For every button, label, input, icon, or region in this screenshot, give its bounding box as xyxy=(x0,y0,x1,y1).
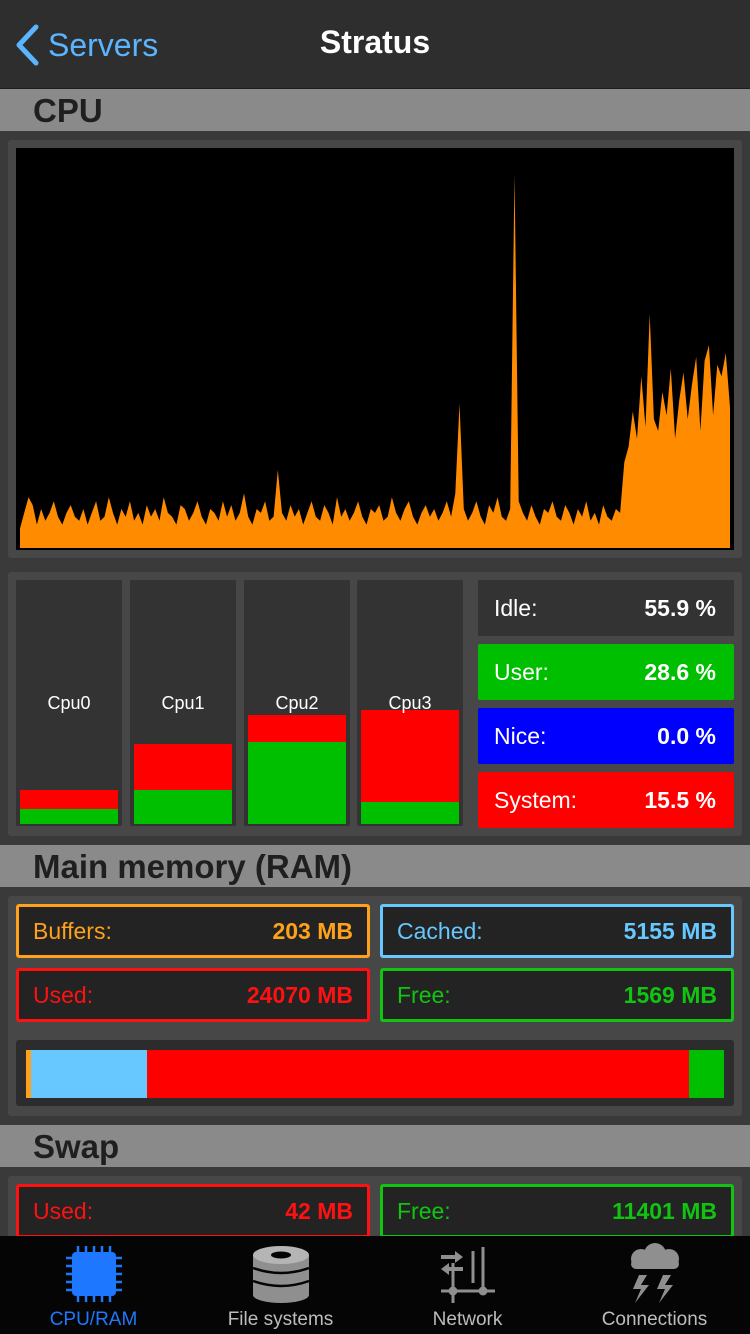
core-system-bar xyxy=(20,790,118,809)
tab-file-systems[interactable]: File systems xyxy=(187,1236,374,1334)
tab-label: CPU/RAM xyxy=(49,1309,138,1330)
page-title: Stratus xyxy=(319,24,431,60)
core-user-bar xyxy=(20,809,118,824)
mem-value: 1569 MB xyxy=(623,981,717,1008)
swap-used-box: Used: 42 MB xyxy=(16,1184,370,1238)
stat-value: 0.0 % xyxy=(657,722,716,749)
core-column-cpu3: Cpu3 xyxy=(357,580,463,826)
mem-label: Cached: xyxy=(397,917,483,944)
tab-label: File systems xyxy=(227,1309,334,1330)
stat-label: Idle: xyxy=(494,594,538,621)
core-label: Cpu2 xyxy=(275,693,319,713)
ram-bar-segment-used xyxy=(146,1050,689,1098)
cpu-user-stat: User: 28.6 % xyxy=(478,644,734,700)
stat-value: 28.6 % xyxy=(644,658,716,685)
swap-section-header: Swap xyxy=(0,1125,750,1167)
storm-cloud-icon xyxy=(630,1243,679,1303)
cpu-chip-icon xyxy=(65,1246,122,1302)
tab-cpu-ram[interactable]: CPU/RAM xyxy=(0,1236,187,1334)
cpu-nice-stat: Nice: 0.0 % xyxy=(478,708,734,764)
ram-bar-segment-free xyxy=(688,1050,724,1098)
stat-label: Nice: xyxy=(494,722,547,749)
core-system-bar xyxy=(361,710,459,802)
core-user-bar xyxy=(361,802,459,824)
mem-label: Free: xyxy=(397,981,451,1008)
database-icon xyxy=(252,1246,309,1303)
ram-buffers-box: Buffers: 203 MB xyxy=(16,904,370,958)
ram-usage-bar-fill xyxy=(26,1050,724,1098)
core-column-cpu1: Cpu1 xyxy=(130,580,236,826)
mem-label: Free: xyxy=(397,1197,451,1224)
cpu-usage-area xyxy=(20,173,730,548)
cpu-section-header: CPU xyxy=(0,89,750,131)
mem-value: 42 MB xyxy=(285,1197,353,1224)
mem-value: 24070 MB xyxy=(246,981,353,1008)
core-system-bar xyxy=(134,744,232,790)
core-label: Cpu0 xyxy=(47,693,91,713)
cpu-history-svg xyxy=(20,173,730,548)
ram-section-header: Main memory (RAM) xyxy=(0,845,750,887)
core-column-cpu2: Cpu2 xyxy=(244,580,350,826)
network-icon xyxy=(440,1247,495,1303)
tab-label: Connections xyxy=(601,1309,708,1330)
core-system-bar xyxy=(248,715,346,742)
core-label: Cpu3 xyxy=(388,693,432,713)
core-column-cpu0: Cpu0 xyxy=(16,580,122,826)
tab-label: Network xyxy=(432,1309,503,1330)
core-user-bar xyxy=(134,790,232,824)
tab-network[interactable]: Network xyxy=(374,1236,561,1334)
cpu-history-chart xyxy=(16,148,734,550)
stat-value: 15.5 % xyxy=(644,786,716,813)
stat-label: System: xyxy=(494,786,578,813)
navigation-bar: Servers Stratus xyxy=(0,0,750,89)
swap-free-box: Free: 11401 MB xyxy=(380,1184,734,1238)
ram-cached-box: Cached: 5155 MB xyxy=(380,904,734,958)
core-label: Cpu1 xyxy=(161,693,205,713)
mem-label: Used: xyxy=(33,981,94,1008)
mem-value: 5155 MB xyxy=(623,917,717,944)
mem-value: 11401 MB xyxy=(612,1197,717,1224)
stat-label: User: xyxy=(494,658,549,685)
mem-label: Used: xyxy=(33,1197,94,1224)
tab-connections[interactable]: Connections xyxy=(561,1236,748,1334)
cpu-system-stat: System: 15.5 % xyxy=(478,772,734,828)
tab-bar: CPU/RAM File systems Network Connections xyxy=(0,1236,750,1334)
mem-label: Buffers: xyxy=(33,917,112,944)
core-user-bar xyxy=(248,742,346,824)
ram-bar-segment-cached xyxy=(30,1050,147,1098)
ram-free-box: Free: 1569 MB xyxy=(380,968,734,1022)
ram-usage-bar xyxy=(16,1040,734,1106)
mem-value: 203 MB xyxy=(272,917,353,944)
cpu-idle-stat: Idle: 55.9 % xyxy=(478,580,734,636)
stat-value: 55.9 % xyxy=(644,594,716,621)
ram-used-box: Used: 24070 MB xyxy=(16,968,370,1022)
